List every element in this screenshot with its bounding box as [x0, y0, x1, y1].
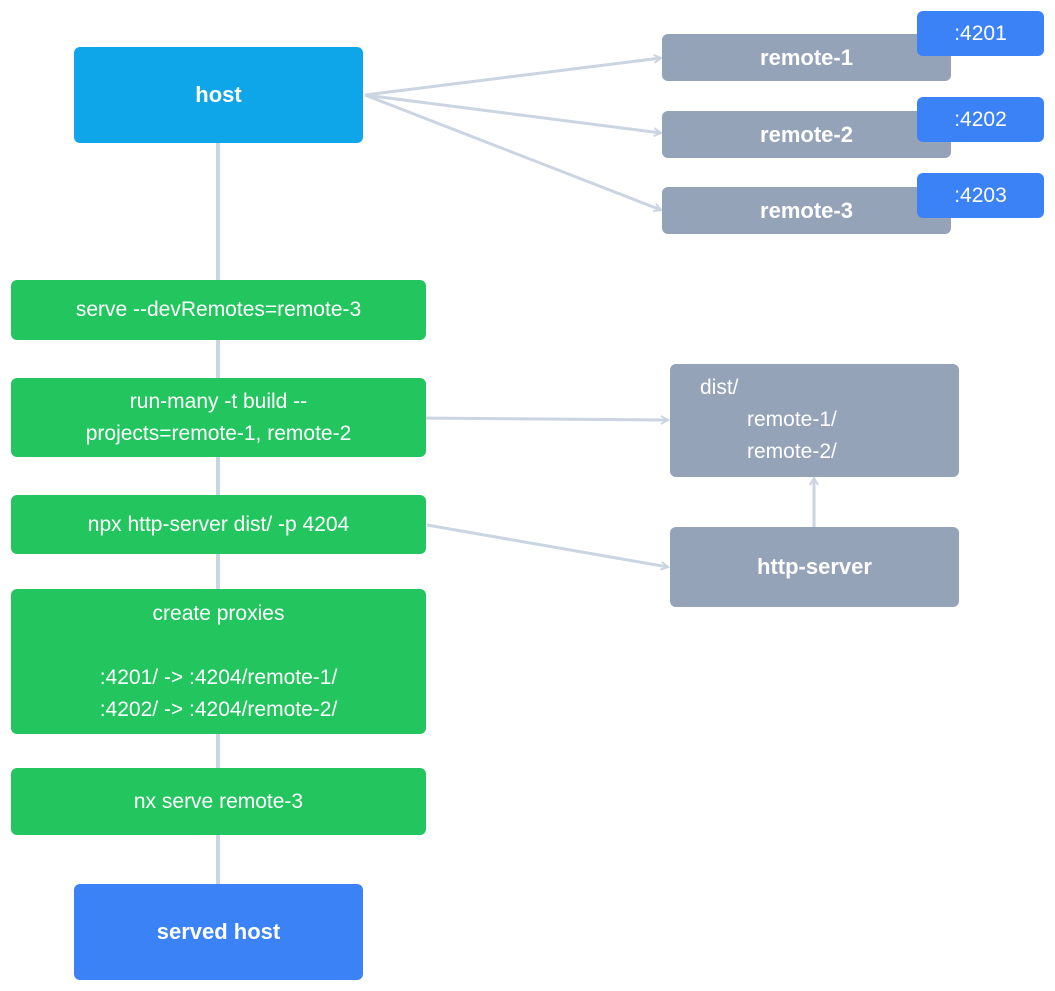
- remote-2-label: remote-2: [760, 121, 853, 147]
- dist-child-remote-2: remote-2/: [747, 440, 837, 463]
- step-npx-http-server: npx http-server dist/ -p 4204: [11, 495, 426, 554]
- edge-build-to-dist: [416, 418, 668, 420]
- edge-npx-to-http-server: [426, 523, 668, 567]
- remote-3-node: remote-3: [662, 187, 951, 234]
- create-proxies-title: create proxies: [152, 601, 285, 625]
- dist-root: dist/: [700, 376, 739, 399]
- served-host-node: served host: [74, 884, 363, 980]
- edge-host-to-remote-2: [364, 93, 661, 133]
- remote-2-port-badge: :4202: [917, 97, 1044, 142]
- remote-3-label: remote-3: [760, 197, 853, 223]
- step-create-proxies: create proxies :4201/ -> :4204/remote-1/…: [11, 589, 426, 734]
- host-label: host: [195, 82, 242, 107]
- remote-1-port-badge: :4201: [917, 11, 1044, 56]
- remote-3-port-badge: :4203: [917, 173, 1044, 218]
- http-server-node: http-server: [670, 527, 959, 607]
- step-serve-dev-remotes: serve --devRemotes=remote-3: [11, 280, 426, 340]
- dist-folder-node: dist/ remote-1/ remote-2/: [670, 364, 959, 477]
- step-nx-serve-remote-3: nx serve remote-3: [11, 768, 426, 835]
- step-run-many-build: run-many -t build -- projects=remote-1, …: [11, 378, 426, 457]
- host-node: host: [74, 47, 363, 143]
- dist-child-remote-1: remote-1/: [747, 408, 837, 431]
- served-host-label: served host: [156, 919, 281, 944]
- remote-2-node: remote-2: [662, 111, 951, 158]
- remote-1-label: remote-1: [760, 44, 853, 70]
- edge-host-to-remote-1: [364, 58, 661, 97]
- remote-1-node: remote-1: [662, 34, 951, 81]
- edge-host-to-remote-3: [364, 93, 661, 210]
- http-server-label: http-server: [757, 554, 872, 579]
